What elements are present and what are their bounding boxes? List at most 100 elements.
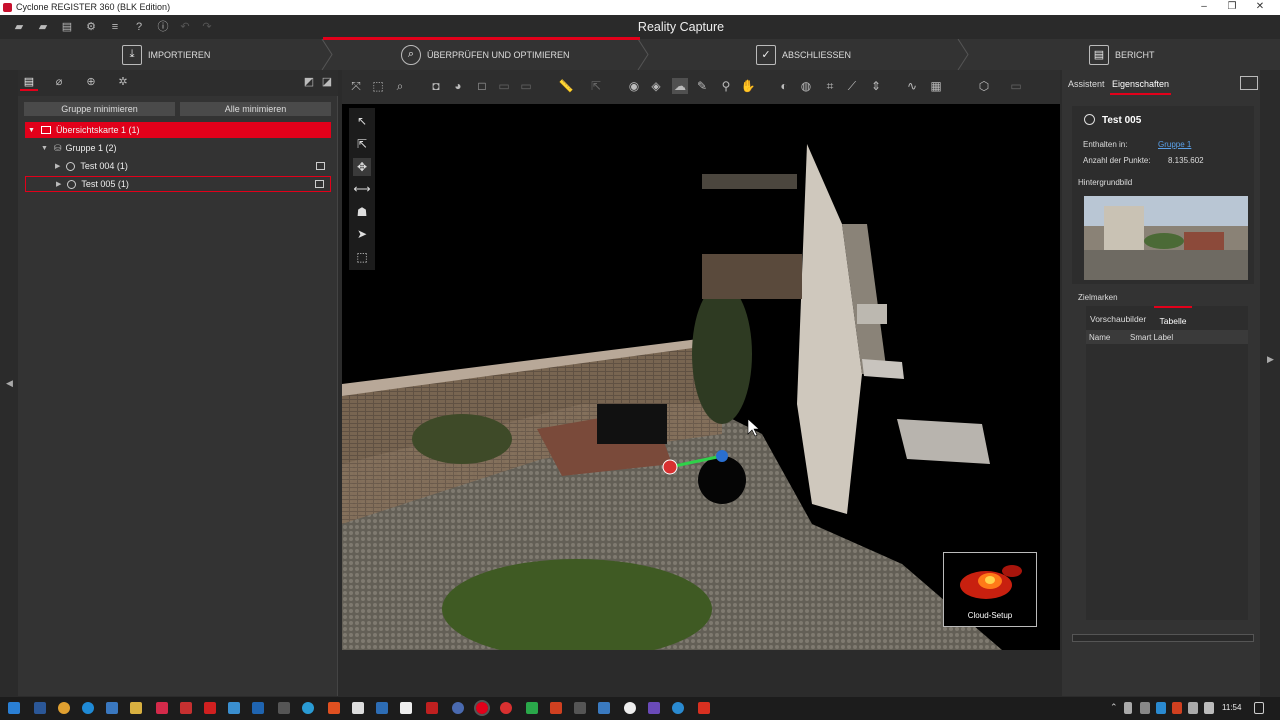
taskbar-app-icon[interactable] [328, 702, 340, 714]
help-icon[interactable]: ? [132, 20, 146, 34]
link-icon[interactable]: ⌀ [50, 75, 68, 91]
cube-view-icon[interactable]: ⬡ [976, 78, 992, 94]
taskbar-clock[interactable]: 11:54 [1222, 703, 1241, 712]
taskbar-app-icon[interactable] [672, 702, 684, 714]
database-icon[interactable]: ≡ [108, 20, 122, 34]
tab-thumbnails[interactable]: Vorschaubilder [1090, 314, 1146, 324]
sphere-icon[interactable]: ◐ [776, 78, 792, 94]
crop-icon[interactable]: ⌗ [822, 78, 838, 94]
cloud-icon[interactable]: ☁ [672, 78, 688, 94]
horizontal-scrollbar[interactable] [1072, 634, 1254, 642]
fit-width-icon[interactable]: ⟷ [353, 180, 371, 198]
globe-icon[interactable]: ⊕ [82, 75, 100, 91]
step-import[interactable]: ⤓ IMPORTIEREN [122, 39, 210, 70]
taskbar-app-icon[interactable] [526, 702, 538, 714]
pop-out-icon[interactable] [1240, 76, 1258, 90]
grid-icon[interactable]: ▦ [928, 78, 944, 94]
measure-icon[interactable]: 📏 [558, 78, 574, 94]
zoom-icon[interactable]: ⌕ [392, 78, 408, 94]
taskbar-app-icon[interactable] [278, 702, 290, 714]
taskbar-app-icon[interactable] [352, 702, 364, 714]
minimize-icon[interactable]: – [1192, 1, 1216, 12]
column-name[interactable]: Name [1089, 333, 1110, 342]
tab-properties[interactable]: Eigenschaften [1110, 73, 1172, 95]
chart-icon[interactable]: ∿ [904, 78, 920, 94]
tree-view-icon[interactable]: ▤ [20, 75, 38, 91]
right-collapse-strip[interactable]: ▶ [1260, 70, 1280, 696]
redo-icon[interactable]: ↷ [200, 20, 214, 34]
camera-icon[interactable]: ◘ [428, 78, 444, 94]
collapse-group-button[interactable]: Gruppe minimieren [24, 102, 175, 116]
tray-app-icon[interactable] [1172, 702, 1182, 714]
taskbar-app-icon[interactable] [204, 702, 216, 714]
limit-box-icon[interactable]: ▭ [496, 78, 512, 94]
line-measure-icon[interactable]: ⟋ [844, 78, 860, 94]
ruler-icon[interactable]: ✎ [694, 78, 710, 94]
settings-gear-icon[interactable]: ⚙ [84, 20, 98, 34]
fit-view-icon[interactable]: ⤧ [348, 78, 364, 94]
taskbar-app-icon[interactable] [58, 702, 70, 714]
collapse-all-button[interactable]: Alle minimieren [180, 102, 331, 116]
tray-onedrive-icon[interactable] [1156, 702, 1166, 714]
taskbar-app-icon[interactable] [426, 702, 438, 714]
column-smart-label[interactable]: Smart Label [1130, 333, 1173, 342]
panel-option-icon[interactable]: ◩ [300, 75, 318, 91]
panel-option2-icon[interactable]: ◪ [318, 75, 336, 91]
tray-mic-icon[interactable] [1124, 702, 1132, 714]
move-cross-icon[interactable]: ✥ [353, 158, 371, 176]
taskbar-app-icon[interactable] [180, 702, 192, 714]
taskbar-app-icon[interactable] [156, 702, 168, 714]
taskbar-app-icon[interactable] [698, 702, 710, 714]
star-settings-icon[interactable]: ✲ [114, 75, 132, 91]
taskbar-cyclone-icon[interactable] [474, 700, 490, 716]
taskbar-app-icon[interactable] [34, 702, 46, 714]
zoom-extents-icon[interactable]: ⬚ [370, 78, 386, 94]
taskbar-app-icon[interactable] [130, 702, 142, 714]
taskbar-app-icon[interactable] [598, 702, 610, 714]
taskbar-app-icon[interactable] [106, 702, 118, 714]
taskbar-app-icon[interactable] [400, 702, 412, 714]
taskbar-app-icon[interactable] [228, 702, 240, 714]
select-region-icon[interactable]: ⇱ [353, 135, 371, 153]
taskbar-app-icon[interactable] [648, 702, 660, 714]
tray-battery-icon[interactable] [1188, 702, 1198, 714]
pin-icon[interactable]: ⚲ [718, 78, 734, 94]
taskbar-app-icon[interactable] [252, 702, 264, 714]
tab-table[interactable]: Tabelle [1154, 306, 1192, 328]
start-icon[interactable] [8, 702, 20, 714]
restore-icon[interactable]: ❐ [1220, 1, 1244, 12]
taskbar-app-icon[interactable] [376, 702, 388, 714]
point-cloud-viewport[interactable]: Cloud-Setup [342, 104, 1060, 650]
expand-arrow-icon[interactable]: ▶ [55, 162, 60, 170]
expand-arrow-icon[interactable]: ▶ [56, 180, 61, 188]
taskbar-app-icon[interactable] [550, 702, 562, 714]
step-finalize[interactable]: ✓ ABSCHLIESSEN [756, 39, 851, 70]
tag-icon[interactable]: ◈ [648, 78, 664, 94]
contained-in-link[interactable]: Gruppe 1 [1158, 140, 1191, 149]
layout-icon[interactable]: ▭ [1008, 78, 1024, 94]
cursor-tool-icon[interactable]: ⇱ [588, 78, 604, 94]
person-icon[interactable]: ☗ [353, 203, 371, 221]
collapse-right-icon[interactable]: ▶ [1267, 354, 1274, 365]
taskbar-app-icon[interactable] [452, 702, 464, 714]
taskbar-app-icon[interactable] [302, 702, 314, 714]
tray-expand-icon[interactable]: ⌃ [1110, 702, 1118, 713]
align-icon[interactable]: ⇕ [868, 78, 884, 94]
undo-icon[interactable]: ↶ [178, 20, 192, 34]
tray-volume-icon[interactable] [1140, 702, 1150, 714]
navigate-icon[interactable]: ➤ [353, 225, 371, 243]
step-report[interactable]: ▤ BERICHT [1089, 39, 1155, 70]
expand-arrow-icon[interactable]: ▼ [41, 145, 48, 152]
taskbar-app-icon[interactable] [574, 702, 586, 714]
notifications-icon[interactable] [1254, 702, 1264, 714]
tree-item-overview-map[interactable]: ▼ Übersichtskarte 1 (1) [25, 122, 331, 138]
tree-item-group[interactable]: ▼ ⛁ Gruppe 1 (2) [25, 140, 331, 156]
box-icon[interactable]: □ [474, 78, 490, 94]
taskbar-app-icon[interactable] [500, 702, 512, 714]
select-arrow-icon[interactable]: ↖ [353, 112, 371, 130]
collapse-left-icon[interactable]: ◀ [6, 378, 13, 389]
expand-arrow-icon[interactable]: ▼ [28, 127, 35, 134]
target-circle-icon[interactable]: ◉ [626, 78, 642, 94]
open-folder-icon[interactable]: ▰ [12, 20, 26, 34]
open-project-icon[interactable]: ▰ [36, 20, 50, 34]
